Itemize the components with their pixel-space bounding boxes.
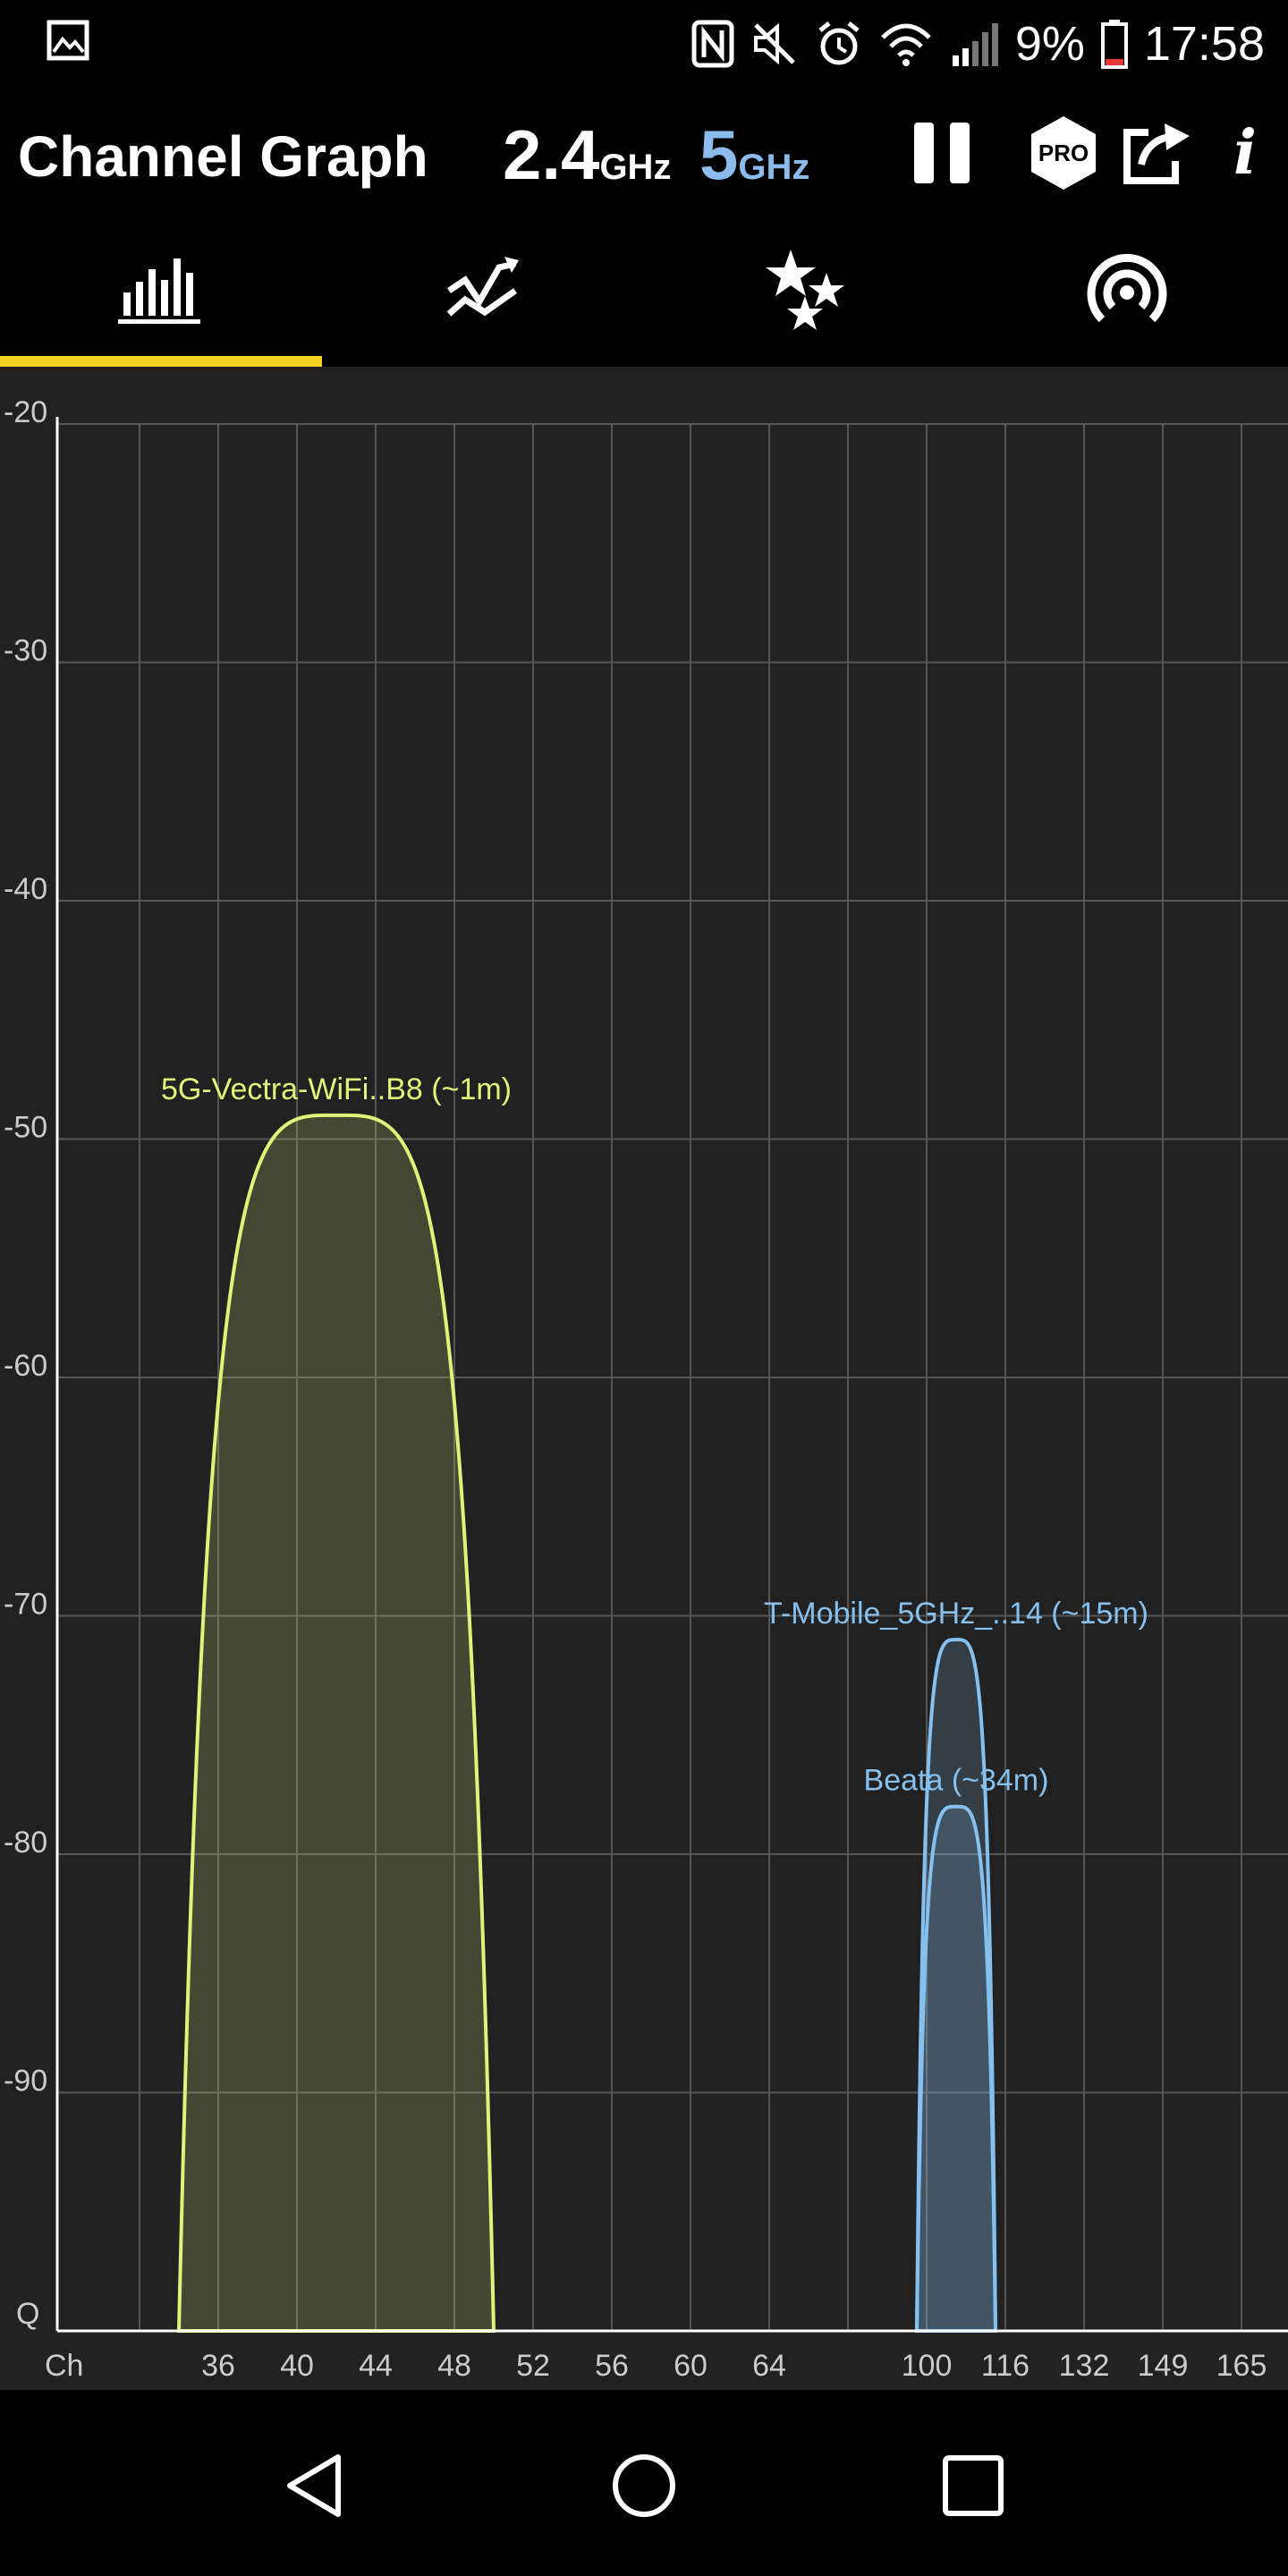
view-tabs bbox=[0, 215, 1288, 367]
tab-channel-graph[interactable] bbox=[0, 215, 322, 367]
alarm-icon bbox=[815, 20, 863, 68]
channel-graph: -20 -30 -40 -50 -60 -70 -80 -90 Q 5G-Vectra-WiFi.… bbox=[0, 367, 1288, 2390]
back-icon[interactable] bbox=[265, 2436, 363, 2535]
band-5-unit: GHz bbox=[738, 148, 810, 187]
y-tick-label: -40 bbox=[4, 872, 47, 906]
recents-icon[interactable] bbox=[924, 2436, 1022, 2535]
cell-signal-icon bbox=[949, 20, 999, 68]
channel-graph-svg: -20 -30 -40 -50 -60 -70 -80 -90 Q 5G-Vectra-WiFi.… bbox=[4, 395, 1288, 2383]
wifi-icon bbox=[879, 20, 933, 68]
y-tick-label: -60 bbox=[4, 1349, 47, 1383]
y-tick-label: -50 bbox=[4, 1111, 47, 1145]
band-24ghz-button[interactable]: 2.4GHz bbox=[503, 114, 671, 196]
stars-icon bbox=[764, 248, 846, 335]
tab-channel-rating[interactable] bbox=[644, 215, 966, 367]
series-curve-0 bbox=[176, 1113, 496, 2333]
y-tick-label: -20 bbox=[4, 395, 47, 429]
battery-icon bbox=[1100, 19, 1128, 69]
clock: 17:58 bbox=[1143, 17, 1265, 71]
pause-icon[interactable] bbox=[903, 114, 980, 191]
home-icon[interactable] bbox=[595, 2436, 693, 2535]
app-bar: Channel Graph 2.4GHz 5GHz PRO i bbox=[0, 89, 1288, 215]
mute-icon bbox=[750, 20, 799, 68]
x-tick-label: 44 bbox=[359, 2349, 393, 2383]
x-tick-label: 60 bbox=[674, 2349, 708, 2383]
y-tick-label: -30 bbox=[4, 634, 47, 668]
x-tick-label: 36 bbox=[201, 2349, 235, 2383]
bar-chart-icon bbox=[118, 253, 204, 329]
tab-time-graph[interactable] bbox=[322, 215, 644, 367]
battery-percentage: 9% bbox=[1014, 17, 1085, 71]
band-24-number: 2.4 bbox=[503, 115, 600, 194]
x-tick-label: 132 bbox=[1059, 2349, 1110, 2383]
x-tick-label: 149 bbox=[1138, 2349, 1189, 2383]
series-label-1: T-Mobile_5GHz_..14 (~15m) bbox=[764, 1597, 1148, 1631]
page-title: Channel Graph bbox=[18, 124, 428, 189]
active-tab-indicator bbox=[0, 356, 322, 367]
x-tick-label: 56 bbox=[595, 2349, 629, 2383]
x-tick-label: 40 bbox=[280, 2349, 314, 2383]
x-axis-label: Ch bbox=[45, 2349, 83, 2383]
series-label-2: Beata (~34m) bbox=[864, 1764, 1049, 1798]
band-5-number: 5 bbox=[699, 115, 739, 194]
band-24-unit: GHz bbox=[599, 148, 672, 187]
x-tick-label: 48 bbox=[437, 2349, 471, 2383]
x-tick-label: 165 bbox=[1216, 2349, 1267, 2383]
tab-access-points[interactable] bbox=[966, 215, 1288, 367]
series-label-0: 5G-Vectra-WiFi..B8 (~1m) bbox=[161, 1072, 512, 1106]
navigation-bar bbox=[0, 2390, 1288, 2576]
nfc-icon bbox=[691, 20, 734, 68]
x-tick-label: 100 bbox=[902, 2349, 953, 2383]
x-tick-label: 116 bbox=[981, 2349, 1030, 2383]
pro-badge-icon[interactable]: PRO bbox=[1025, 114, 1102, 191]
gallery-icon bbox=[47, 20, 89, 65]
pro-badge-label: PRO bbox=[1038, 140, 1089, 166]
y-tick-label: -70 bbox=[4, 1588, 47, 1622]
status-icons: 9% 17:58 bbox=[691, 13, 1265, 75]
y-tick-label: -80 bbox=[4, 1826, 47, 1860]
band-5ghz-button[interactable]: 5GHz bbox=[699, 114, 809, 196]
series-curve-2 bbox=[914, 1804, 998, 2333]
status-bar: 9% 17:58 bbox=[0, 0, 1288, 89]
info-icon[interactable]: i bbox=[1209, 114, 1281, 191]
y-tick-label: -90 bbox=[4, 2064, 47, 2098]
y-baseline-label: Q bbox=[16, 2297, 39, 2331]
time-graph-icon bbox=[445, 255, 521, 327]
share-icon[interactable] bbox=[1118, 114, 1195, 191]
x-tick-label: 52 bbox=[516, 2349, 550, 2383]
x-tick-label: 64 bbox=[752, 2349, 786, 2383]
access-point-icon bbox=[1082, 248, 1172, 335]
